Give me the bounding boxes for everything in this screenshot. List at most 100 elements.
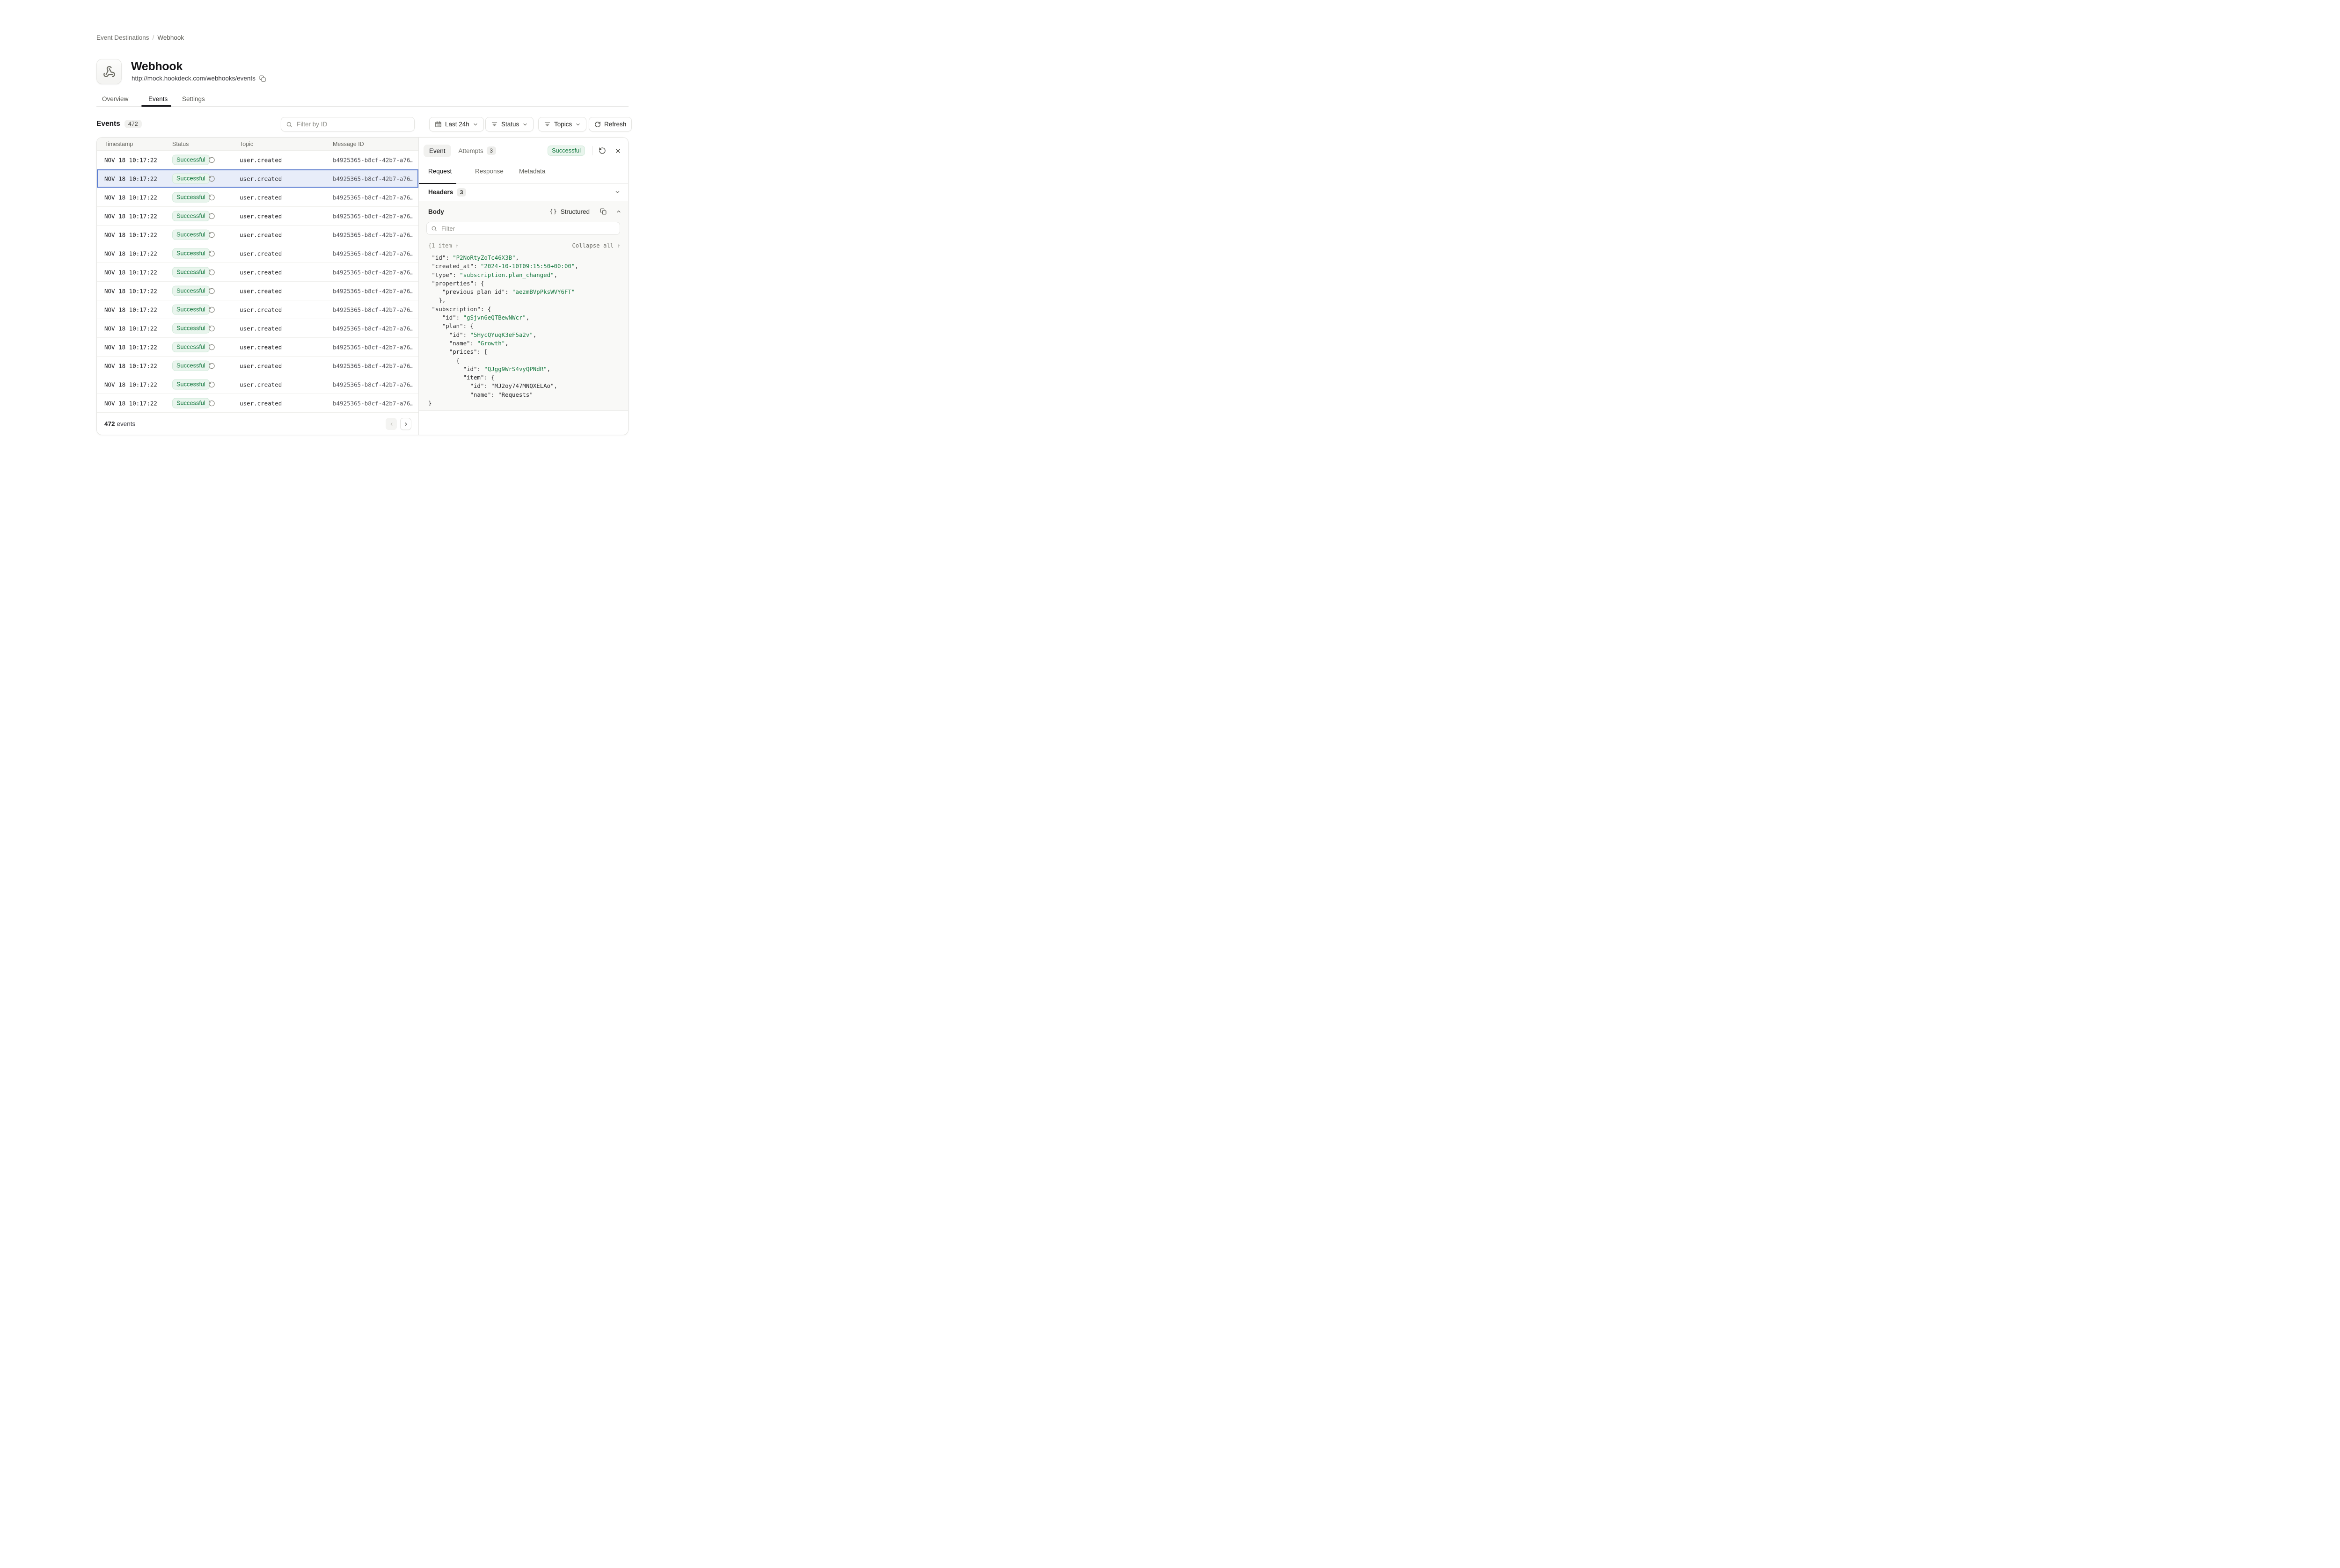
table-row[interactable]: NOV 18 10:17:22 Successful user.created … bbox=[97, 207, 418, 226]
table-row[interactable]: NOV 18 10:17:22 Successful user.created … bbox=[97, 357, 418, 375]
timestamp-cell: NOV 18 10:17:22 bbox=[104, 287, 157, 294]
chevron-down-icon bbox=[575, 122, 581, 127]
table-row[interactable]: NOV 18 10:17:22 Successful user.created … bbox=[97, 151, 418, 169]
table-row[interactable]: NOV 18 10:17:22 Successful user.created … bbox=[97, 263, 418, 282]
body-filter-input[interactable] bbox=[440, 225, 615, 233]
retry-event-button[interactable] bbox=[208, 400, 215, 407]
structured-view-toggle[interactable]: {} Structured bbox=[549, 208, 590, 215]
tab-overview[interactable]: Overview bbox=[102, 95, 128, 102]
topic-cell: user.created bbox=[240, 250, 282, 257]
retry-event-button[interactable] bbox=[208, 156, 215, 163]
table-row[interactable]: NOV 18 10:17:22 Successful user.created … bbox=[97, 282, 418, 300]
retry-event-button[interactable] bbox=[208, 362, 215, 369]
retry-event-button[interactable] bbox=[208, 250, 215, 257]
tab-events[interactable]: Events bbox=[148, 95, 168, 102]
chevron-left-icon bbox=[389, 422, 394, 427]
tab-metadata[interactable]: Metadata bbox=[519, 168, 545, 175]
events-card: Timestamp Status Topic Message ID NOV 18… bbox=[96, 137, 629, 435]
headers-section[interactable]: Headers 3 bbox=[419, 183, 628, 201]
status-badge: Successful bbox=[172, 173, 210, 184]
json-line: "item": { bbox=[428, 373, 625, 382]
retry-icon bbox=[208, 194, 215, 201]
collapse-body-button[interactable] bbox=[616, 209, 622, 214]
timestamp-cell: NOV 18 10:17:22 bbox=[104, 400, 157, 407]
json-line: "id": "P2NoRtyZoTc46X3B", bbox=[428, 254, 625, 262]
table-row[interactable]: NOV 18 10:17:22 Successful user.created … bbox=[97, 338, 418, 357]
tab-request[interactable]: Request bbox=[428, 168, 452, 175]
tab-response[interactable]: Response bbox=[475, 168, 504, 175]
table-row[interactable]: NOV 18 10:17:22 Successful user.created … bbox=[97, 169, 418, 188]
search-icon bbox=[286, 121, 292, 128]
retry-event-button[interactable] bbox=[208, 306, 215, 313]
retry-event-button[interactable] bbox=[599, 147, 606, 154]
message-id-cell: b4925365-b8cf-42b7-a76… bbox=[333, 212, 413, 219]
retry-event-button[interactable] bbox=[208, 212, 215, 219]
previous-page-button[interactable] bbox=[386, 418, 397, 430]
table-row[interactable]: NOV 18 10:17:22 Successful user.created … bbox=[97, 244, 418, 263]
collapse-all-button[interactable]: Collapse all ↑ bbox=[572, 242, 621, 249]
refresh-label: Refresh bbox=[604, 121, 626, 128]
breadcrumb-webhook[interactable]: Webhook bbox=[157, 34, 184, 41]
status-badge: Successful bbox=[172, 267, 210, 277]
status-badge: Successful bbox=[172, 285, 210, 296]
filter-by-id-search[interactable] bbox=[281, 117, 415, 131]
message-id-cell: b4925365-b8cf-42b7-a76… bbox=[333, 400, 413, 407]
retry-event-button[interactable] bbox=[208, 175, 215, 182]
retry-event-button[interactable] bbox=[208, 381, 215, 388]
tabs-divider bbox=[96, 106, 629, 107]
table-row[interactable]: NOV 18 10:17:22 Successful user.created … bbox=[97, 300, 418, 319]
body-section: Body {} Structured bbox=[419, 201, 628, 411]
timestamp-cell: NOV 18 10:17:22 bbox=[104, 306, 157, 313]
topics-filter-dropdown[interactable]: Topics bbox=[538, 117, 586, 131]
table-row[interactable]: NOV 18 10:17:22 Successful user.created … bbox=[97, 226, 418, 244]
copy-icon bbox=[259, 75, 266, 82]
copy-body-button[interactable] bbox=[600, 208, 607, 215]
retry-icon bbox=[208, 156, 215, 163]
retry-event-button[interactable] bbox=[208, 325, 215, 332]
status-badge: Successful bbox=[172, 248, 210, 259]
breadcrumb-event-destinations[interactable]: Event Destinations bbox=[96, 34, 149, 41]
json-body-viewer: "id": "P2NoRtyZoTc46X3B", "created_at": … bbox=[428, 254, 625, 410]
retry-event-button[interactable] bbox=[208, 287, 215, 294]
retry-icon bbox=[208, 381, 215, 388]
table-row[interactable]: NOV 18 10:17:22 Successful user.created … bbox=[97, 319, 418, 338]
search-input[interactable] bbox=[296, 120, 410, 128]
retry-event-button[interactable] bbox=[208, 194, 215, 201]
tab-settings[interactable]: Settings bbox=[182, 95, 205, 102]
webhook-icon-card bbox=[96, 59, 122, 84]
table-header: Timestamp Status Topic Message ID bbox=[97, 138, 418, 151]
next-page-button[interactable] bbox=[400, 418, 411, 430]
retry-icon bbox=[208, 343, 215, 350]
retry-event-button[interactable] bbox=[208, 231, 215, 238]
table-row[interactable]: NOV 18 10:17:22 Successful user.created … bbox=[97, 394, 418, 413]
copy-url-button[interactable] bbox=[259, 75, 266, 82]
retry-event-button[interactable] bbox=[208, 269, 215, 276]
retry-icon bbox=[208, 269, 215, 276]
timestamp-cell: NOV 18 10:17:22 bbox=[104, 325, 157, 332]
message-id-cell: b4925365-b8cf-42b7-a76… bbox=[333, 362, 413, 369]
attempts-tab[interactable]: Attempts 3 bbox=[459, 146, 496, 155]
json-line: "id": "5HycQYuqK3eF5a2v", bbox=[428, 331, 625, 339]
close-panel-button[interactable] bbox=[614, 147, 622, 154]
webhook-url: http://mock.hookdeck.com/webhooks/events bbox=[132, 75, 256, 82]
table-row[interactable]: NOV 18 10:17:22 Successful user.created … bbox=[97, 375, 418, 394]
events-count-badge: 472 bbox=[124, 120, 142, 128]
time-range-label: Last 24h bbox=[445, 121, 469, 128]
time-range-dropdown[interactable]: Last 24h bbox=[429, 117, 484, 131]
message-id-cell: b4925365-b8cf-42b7-a76… bbox=[333, 269, 413, 276]
message-id-cell: b4925365-b8cf-42b7-a76… bbox=[333, 343, 413, 350]
status-badge: Successful bbox=[172, 304, 210, 315]
timestamp-cell: NOV 18 10:17:22 bbox=[104, 269, 157, 276]
body-label: Body bbox=[428, 208, 444, 215]
events-total: 472events bbox=[104, 421, 135, 428]
topic-cell: user.created bbox=[240, 306, 282, 313]
retry-icon bbox=[208, 400, 215, 407]
event-tab[interactable]: Event bbox=[424, 145, 451, 157]
retry-event-button[interactable] bbox=[208, 343, 215, 350]
status-badge: Successful bbox=[172, 192, 210, 203]
status-filter-dropdown[interactable]: Status bbox=[485, 117, 534, 131]
refresh-button[interactable]: Refresh bbox=[589, 117, 632, 131]
table-row[interactable]: NOV 18 10:17:22 Successful user.created … bbox=[97, 188, 418, 207]
body-filter-input-wrap[interactable] bbox=[426, 222, 620, 235]
column-timestamp: Timestamp bbox=[104, 141, 133, 147]
